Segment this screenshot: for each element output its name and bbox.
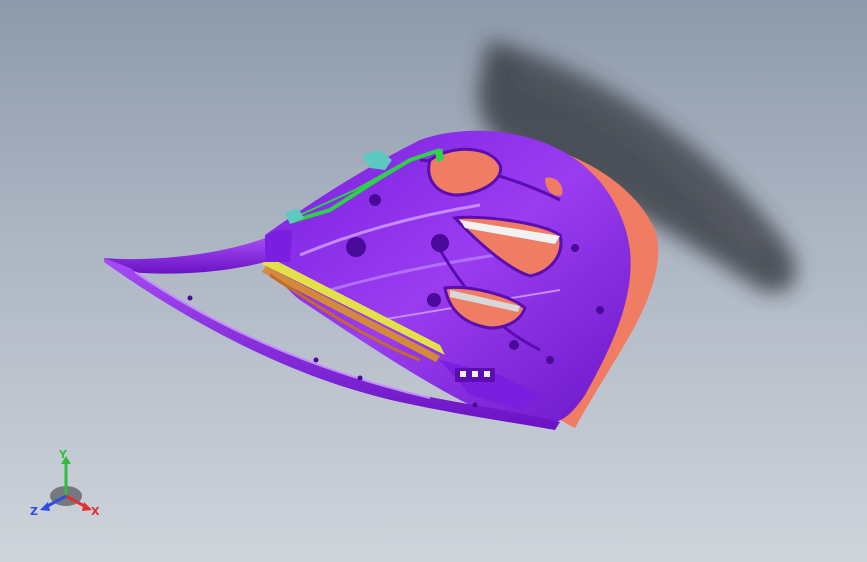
cad-scene xyxy=(104,40,796,430)
coordinate-triad[interactable]: Y X Z xyxy=(28,448,104,524)
z-axis-arrowhead xyxy=(40,502,50,511)
y-axis-label: Y xyxy=(58,448,68,461)
z-axis-label: Z xyxy=(30,505,38,518)
latch-area xyxy=(455,368,495,382)
graphics-viewport[interactable]: Y X Z xyxy=(0,0,867,562)
x-axis-label: X xyxy=(91,505,100,518)
